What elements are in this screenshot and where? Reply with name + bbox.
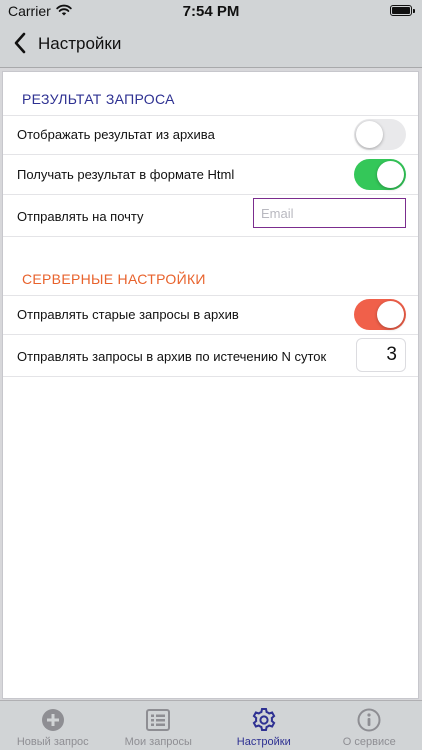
row-archive-days: Отправлять запросы в архив по истечению … <box>3 335 418 377</box>
row-html-format: Получать результат в формате Html <box>3 155 418 195</box>
toggle-knob <box>377 161 404 188</box>
row-label: Отправлять старые запросы в архив <box>17 307 239 322</box>
archive-toggle[interactable] <box>354 119 406 150</box>
tab-label: Настройки <box>236 736 291 748</box>
row-label: Отображать результат из архива <box>17 127 215 142</box>
battery-icon <box>390 5 415 16</box>
tab-label: Новый запрос <box>16 736 89 748</box>
row-label: Отправлять на почту <box>17 209 144 224</box>
settings-panel: РЕЗУЛЬТАТ ЗАПРОСА Отображать результат и… <box>2 71 419 699</box>
plus-circle-icon <box>40 707 66 733</box>
list-icon <box>145 707 171 733</box>
row-label: Получать результат в формате Html <box>17 167 235 182</box>
row-label: Отправлять запросы в архив по истечению … <box>17 349 327 364</box>
days-count-field[interactable]: 3 <box>356 338 406 372</box>
toggle-knob <box>356 121 383 148</box>
tab-my-requests[interactable]: Мои запросы <box>106 701 212 750</box>
email-field[interactable] <box>253 198 406 228</box>
gear-icon <box>251 707 277 733</box>
section-header-result: РЕЗУЛЬТАТ ЗАПРОСА <box>22 91 175 107</box>
navigation-bar: Настройки <box>0 22 422 68</box>
tab-about[interactable]: О сервисе <box>317 701 422 750</box>
row-archive-old-requests: Отправлять старые запросы в архив <box>3 295 418 335</box>
html-format-toggle[interactable] <box>354 159 406 190</box>
row-show-archive: Отображать результат из архива <box>3 115 418 155</box>
section-header-server: СЕРВЕРНЫЕ НАСТРОЙКИ <box>22 271 206 287</box>
archive-old-requests-toggle[interactable] <box>354 299 406 330</box>
back-button[interactable] <box>10 32 30 58</box>
status-bar: Carrier 7:54 PM <box>0 0 422 22</box>
chevron-left-icon <box>13 32 27 59</box>
tab-bar: Новый запрос Мои запросы Настройки О сер… <box>0 700 422 750</box>
tab-new-request[interactable]: Новый запрос <box>0 701 106 750</box>
row-send-email: Отправлять на почту <box>3 195 418 237</box>
toggle-knob <box>377 301 404 328</box>
tab-settings[interactable]: Настройки <box>211 701 317 750</box>
status-time: 7:54 PM <box>182 3 240 20</box>
page-title: Настройки <box>38 34 122 53</box>
tab-label: Мои запросы <box>124 736 192 748</box>
info-circle-icon <box>356 707 382 733</box>
tab-label: О сервисе <box>342 736 396 748</box>
